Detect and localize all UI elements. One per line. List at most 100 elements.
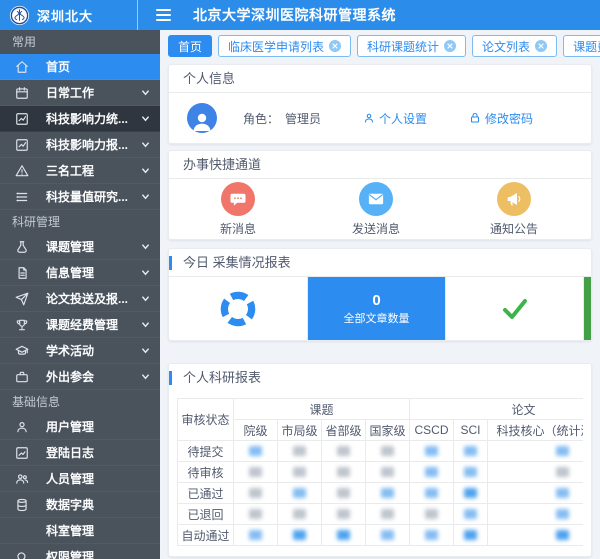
personal-report-card: 个人科研报表 审核状态 课题 论文	[168, 363, 592, 557]
check-tile[interactable]	[445, 277, 583, 340]
chevron-down-icon	[141, 346, 150, 355]
stat-value: 0	[372, 292, 380, 309]
sidebar-item-project-funds[interactable]: 课题经费管理	[0, 312, 160, 338]
sidebar-item-label: 学术活动	[46, 342, 141, 359]
sidebar-item-academic-activities[interactable]: 学术活动	[0, 338, 160, 364]
total-articles-tile[interactable]: 0 全部文章数量	[307, 277, 445, 340]
quick-item-label: 新消息	[220, 220, 256, 237]
blurred-value	[425, 467, 438, 477]
sidebar-item-label: 课题经费管理	[46, 316, 141, 333]
top-header: 深圳北大 北京大学深圳医院科研管理系统	[0, 0, 600, 30]
sidebar-item-label: 首页	[46, 58, 150, 75]
sidebar-item-tech-impact-report[interactable]: 科技影响力报...	[0, 132, 160, 158]
col-header: 国家级	[366, 420, 410, 441]
sidebar-item-tech-impact-stats[interactable]: 科技影响力统...	[0, 106, 160, 132]
sidebar-item-conference[interactable]: 外出参会	[0, 364, 160, 390]
report-table-wrap: 审核状态 课题 论文 院级 市局级 省部级 国家级 CSCD SCI	[177, 398, 583, 546]
sidebar-item-label: 科室管理	[46, 522, 150, 539]
tab-close-icon[interactable]	[535, 40, 547, 52]
sidebar-item-login-log[interactable]: 登陆日志	[0, 440, 160, 466]
blurred-value	[293, 509, 306, 519]
sidebar-item-permission[interactable]: 权限管理	[0, 544, 160, 559]
hospital-emblem-icon	[9, 5, 30, 26]
blurred-value	[464, 509, 477, 519]
sidebar-item-data-dictionary[interactable]: 数据字典	[0, 492, 160, 518]
blurred-value	[425, 530, 438, 540]
blurred-value	[381, 467, 394, 477]
hamburger-icon[interactable]	[152, 5, 175, 25]
sidebar-item-three-programs[interactable]: 三名工程	[0, 158, 160, 184]
tab-research-project-stats[interactable]: 科研课题统计	[357, 35, 466, 57]
tab-close-icon[interactable]	[444, 40, 456, 52]
sidebar-item-daily-work[interactable]: 日常工作	[0, 80, 160, 106]
blurred-value	[293, 467, 306, 477]
blurred-value	[381, 509, 394, 519]
sidebar-item-label: 数据字典	[46, 496, 150, 513]
blurred-value	[293, 446, 306, 456]
megaphone-icon	[497, 182, 531, 216]
sidebar-item-info-management[interactable]: 信息管理	[0, 260, 160, 286]
sidebar-section-label: 基础信息	[0, 390, 160, 414]
new-message-button[interactable]: 新消息	[169, 182, 307, 237]
report-table: 审核状态 课题 论文 院级 市局级 省部级 国家级 CSCD SCI	[177, 398, 583, 546]
app-title: 北京大学深圳医院科研管理系统	[193, 5, 396, 25]
blurred-value	[464, 488, 477, 498]
sidebar-item-department[interactable]: 科室管理	[0, 518, 160, 544]
blurred-value	[556, 530, 569, 540]
tab-label: 论文列表	[482, 38, 530, 55]
blurred-value	[556, 446, 569, 456]
chart-box-icon	[14, 138, 30, 152]
tab-project-fee-report[interactable]: 课题费用报表	[563, 35, 600, 57]
col-header: 院级	[234, 420, 278, 441]
today-report-card: 今日 采集情况报表 0 全部文章数量	[168, 248, 592, 341]
blurred-value	[249, 509, 262, 519]
green-partial-tile[interactable]	[583, 277, 591, 340]
avatar	[187, 103, 217, 133]
stat-label: 全部文章数量	[344, 310, 410, 326]
table-row: 已退回	[178, 504, 584, 525]
link-label: 个人设置	[379, 110, 427, 127]
announcements-button[interactable]: 通知公告	[445, 182, 583, 237]
send-message-button[interactable]: 发送消息	[307, 182, 445, 237]
blurred-value	[249, 467, 262, 477]
link-label: 修改密码	[485, 110, 533, 127]
sidebar-item-personnel[interactable]: 人员管理	[0, 466, 160, 492]
tab-clinical-apply-list[interactable]: 临床医学申请列表	[218, 35, 351, 57]
logo-text: 深圳北大	[37, 6, 93, 25]
log-chart-icon	[14, 446, 30, 460]
sidebar-item-user-management[interactable]: 用户管理	[0, 414, 160, 440]
blurred-value	[381, 530, 394, 540]
change-password-link[interactable]: 修改密码	[469, 110, 533, 127]
tab-home[interactable]: 首页	[168, 35, 212, 57]
sidebar-item-tech-value-research[interactable]: 科技量值研究...	[0, 184, 160, 210]
chevron-down-icon	[141, 166, 150, 175]
blurred-value	[464, 467, 477, 477]
col-header: 省部级	[322, 420, 366, 441]
tab-label: 临床医学申请列表	[228, 38, 324, 55]
personal-settings-link[interactable]: 个人设置	[363, 110, 427, 127]
tab-close-icon[interactable]	[329, 40, 341, 52]
blurred-value	[556, 467, 569, 477]
sidebar-item-home[interactable]: 首页	[0, 54, 160, 80]
row-label: 自动通过	[178, 525, 234, 546]
sidebar-item-project-management[interactable]: 课题管理	[0, 234, 160, 260]
sidebar-item-paper-submission[interactable]: 论文投送及报...	[0, 286, 160, 312]
spinner-tile[interactable]	[169, 277, 307, 340]
spinner-icon	[218, 289, 258, 329]
col-header: 市局级	[278, 420, 322, 441]
personal-info-title: 个人信息	[169, 65, 591, 93]
table-row: 已通过	[178, 483, 584, 504]
check-icon	[500, 294, 530, 324]
blurred-value	[464, 530, 477, 540]
briefcase-icon	[14, 370, 30, 384]
blurred-value	[249, 446, 262, 456]
graduation-cap-icon	[14, 344, 30, 358]
tab-paper-list[interactable]: 论文列表	[472, 35, 557, 57]
blurred-value	[249, 530, 262, 540]
sidebar-item-label: 人员管理	[46, 470, 150, 487]
today-report-header: 今日 采集情况报表	[169, 249, 591, 277]
role-text: 角色： 管理员	[243, 110, 321, 127]
sidebar-item-label: 外出参会	[46, 368, 141, 385]
chevron-down-icon	[141, 294, 150, 303]
table-row: 待提交	[178, 441, 584, 462]
